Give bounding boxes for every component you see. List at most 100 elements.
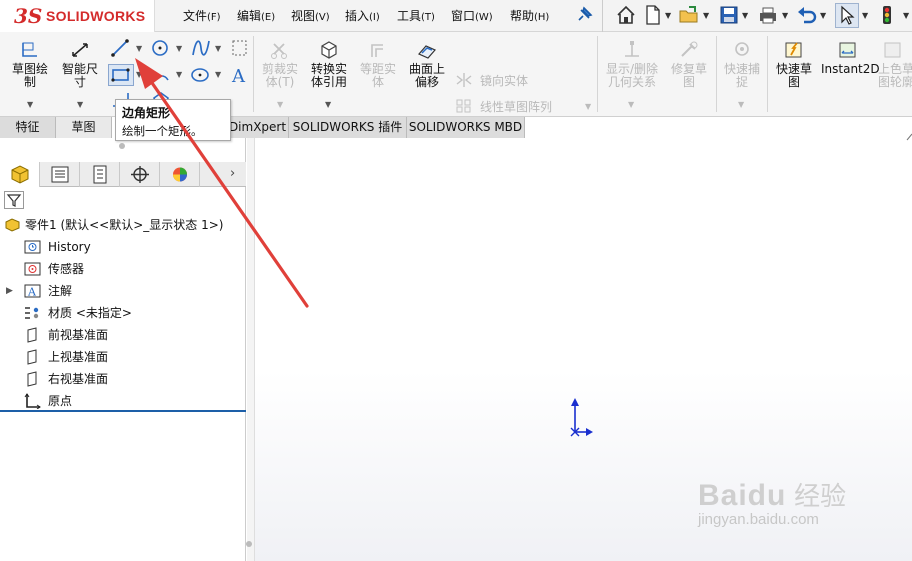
linear-pattern-icon[interactable] xyxy=(455,98,473,114)
shaded-contours-label: 上色草 图轮廓 xyxy=(878,62,912,89)
ellipse-icon[interactable] xyxy=(190,65,212,85)
tree-item-label: 传感器 xyxy=(48,262,85,276)
panel-expand-arrow-icon[interactable]: › xyxy=(230,166,235,181)
tree-root-part[interactable]: 零件1 (默认<<默认>_显示状态 1>) xyxy=(0,214,246,236)
rectangle-dropdown-caret[interactable]: ▼ xyxy=(136,70,142,79)
new-document-icon[interactable] xyxy=(642,4,664,26)
arc-dropdown-caret[interactable]: ▼ xyxy=(176,70,182,79)
tab-solidworks-addins[interactable]: SOLIDWORKS 插件 xyxy=(289,117,407,138)
tree-item-annotations[interactable]: ▶ A 注解 xyxy=(0,280,246,302)
select-button[interactable] xyxy=(835,3,859,28)
dimension-dropdown-caret[interactable]: ▼ xyxy=(77,100,83,109)
offset-entities-button[interactable]: 等距实 体 xyxy=(356,40,400,89)
traffic-light-icon[interactable] xyxy=(876,4,898,26)
spline-icon[interactable] xyxy=(190,38,212,58)
home-icon[interactable] xyxy=(615,4,637,26)
tree-item-sensors[interactable]: 传感器 xyxy=(0,258,246,280)
new-dropdown-caret[interactable]: ▼ xyxy=(665,11,671,20)
quick-snaps-button[interactable]: 快速捕 捉 xyxy=(719,40,765,89)
menu-file[interactable]: 文件(F) xyxy=(183,7,221,24)
tab-display-manager[interactable] xyxy=(160,162,200,187)
mirror-icon[interactable] xyxy=(455,72,473,88)
menu-help[interactable]: 帮助(H) xyxy=(510,7,549,24)
menu-edit[interactable]: 编辑(E) xyxy=(237,7,275,24)
save-dropdown-caret[interactable]: ▼ xyxy=(742,11,748,20)
tooltip-corner-rectangle: 边角矩形 绘制一个矩形。 xyxy=(115,99,231,141)
viewport-corner-icon xyxy=(906,133,912,141)
watermark-url: jingyan.baidu.com xyxy=(698,511,819,528)
arc-icon[interactable] xyxy=(150,65,172,85)
tab-features[interactable]: 特征 xyxy=(0,117,56,138)
instant2d-button[interactable]: Instant2D xyxy=(821,40,880,76)
title-bar: 3S SOLIDWORKS 文件(F) 编辑(E) 视图(V) 插入(I) 工具… xyxy=(0,0,912,32)
construction-geometry-icon[interactable] xyxy=(229,38,251,58)
convert-dropdown-caret[interactable]: ▼ xyxy=(325,100,331,109)
repair-sketch-button[interactable]: 修复草 图 xyxy=(666,40,712,89)
panel-splitter-handle[interactable] xyxy=(119,143,125,149)
spline-dropdown-caret[interactable]: ▼ xyxy=(215,44,221,53)
trim-entities-button[interactable]: 剪裁实 体(T) xyxy=(258,40,302,89)
line-dropdown-caret[interactable]: ▼ xyxy=(136,44,142,53)
offset-on-surface-button[interactable]: 曲面上 偏移 xyxy=(404,40,450,89)
origin-triad-icon xyxy=(570,398,593,437)
open-dropdown-caret[interactable]: ▼ xyxy=(703,11,709,20)
circle-icon[interactable] xyxy=(150,38,172,58)
menu-tools[interactable]: 工具(T) xyxy=(397,7,435,24)
mirror-entities-label[interactable]: 镜向实体 xyxy=(480,72,528,89)
sketch-dropdown-caret[interactable]: ▼ xyxy=(27,100,33,109)
convert-entities-button[interactable]: 转换实 体引用 xyxy=(306,40,352,89)
save-icon[interactable] xyxy=(718,4,740,26)
menu-window[interactable]: 窗口(W) xyxy=(451,7,493,24)
rapid-sketch-button[interactable]: 快速草 图 xyxy=(771,40,817,89)
ellipse-dropdown-caret[interactable]: ▼ xyxy=(215,70,221,79)
expand-arrow-icon[interactable]: ▶ xyxy=(6,280,13,302)
tree-end-marker xyxy=(0,410,246,412)
pin-icon[interactable] xyxy=(573,4,595,26)
sketch-button[interactable]: 草图绘 制 xyxy=(6,40,54,89)
menu-view[interactable]: 视图(V) xyxy=(291,7,330,24)
circle-dropdown-caret[interactable]: ▼ xyxy=(176,44,182,53)
sketch-label: 草图绘 制 xyxy=(11,62,48,89)
corner-rectangle-button[interactable] xyxy=(108,64,134,86)
tree-item-material[interactable]: 材质 <未指定> xyxy=(0,302,246,324)
undo-icon[interactable] xyxy=(796,4,818,26)
tab-sketch[interactable]: 草图 xyxy=(56,117,112,138)
tab-solidworks-mbd[interactable]: SOLIDWORKS MBD xyxy=(407,117,525,138)
viewport-splitter[interactable] xyxy=(246,138,255,561)
pattern-dropdown-caret[interactable]: ▼ xyxy=(585,102,591,111)
menu-insert[interactable]: 插入(I) xyxy=(345,7,380,24)
snaps-dropdown-caret[interactable]: ▼ xyxy=(738,100,744,109)
tab-dimxpert[interactable]: DimXpert xyxy=(227,117,289,138)
tab-feature-manager[interactable] xyxy=(0,162,40,187)
more-dropdown-caret[interactable]: ▼ xyxy=(903,11,909,20)
shaded-sketch-contours-button[interactable]: 上色草 图轮廓 xyxy=(878,40,912,89)
ribbon-separator xyxy=(716,36,717,112)
tree-item-top-plane[interactable]: 上视基准面 xyxy=(0,346,246,368)
tab-property-manager[interactable] xyxy=(40,162,80,187)
select-dropdown-caret[interactable]: ▼ xyxy=(862,11,868,20)
tree-item-origin[interactable]: 原点 xyxy=(0,390,246,412)
tab-configuration-manager[interactable] xyxy=(80,162,120,187)
filter-icon[interactable] xyxy=(4,191,24,209)
linear-pattern-label[interactable]: 线性草图阵列 xyxy=(480,98,552,115)
tree-item-right-plane[interactable]: 右视基准面 xyxy=(0,368,246,390)
tree-item-label: History xyxy=(48,240,91,254)
text-icon[interactable]: A xyxy=(229,65,251,85)
tree-item-label: 前视基准面 xyxy=(48,328,109,342)
open-folder-icon[interactable] xyxy=(678,4,700,26)
offset-on-surface-label: 曲面上 偏移 xyxy=(408,62,445,89)
relations-icon xyxy=(625,41,639,57)
splitter-handle[interactable] xyxy=(246,541,252,547)
display-delete-relations-button[interactable]: 显示/删除 几何关系 xyxy=(601,40,663,89)
line-icon[interactable] xyxy=(110,38,132,58)
smart-dimension-button[interactable]: 智能尺 寸 xyxy=(56,40,104,89)
print-icon[interactable] xyxy=(757,4,779,26)
svg-text:A: A xyxy=(27,286,37,299)
print-dropdown-caret[interactable]: ▼ xyxy=(782,11,788,20)
tree-item-history[interactable]: History xyxy=(0,236,246,258)
undo-dropdown-caret[interactable]: ▼ xyxy=(820,11,826,20)
tree-item-front-plane[interactable]: 前视基准面 xyxy=(0,324,246,346)
tab-dimxpert-manager[interactable] xyxy=(120,162,160,187)
trim-dropdown-caret[interactable]: ▼ xyxy=(277,100,283,109)
relations-dropdown-caret[interactable]: ▼ xyxy=(628,100,634,109)
